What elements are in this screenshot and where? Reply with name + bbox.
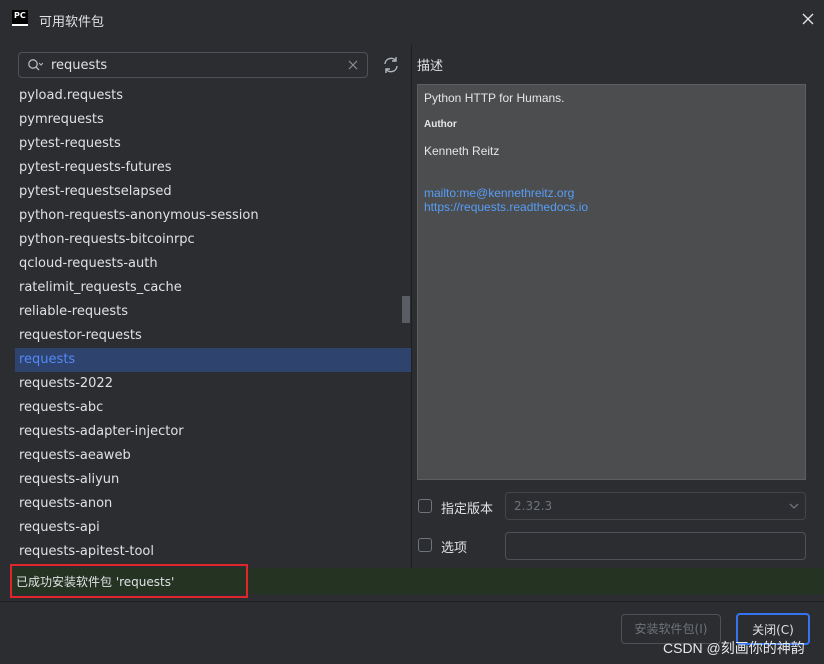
package-item[interactable]: requestor-requests xyxy=(15,324,411,348)
search-icon xyxy=(28,59,43,71)
version-select[interactable]: 2.32.3 xyxy=(505,492,806,520)
specify-version-label: 指定版本 xyxy=(441,502,494,517)
chevron-down-icon xyxy=(789,503,799,509)
author-heading: Author xyxy=(424,119,457,130)
package-item[interactable]: ratelimit_requests_cache xyxy=(15,276,411,300)
description-panel: Python HTTP for Humans. Author Kenneth R… xyxy=(417,84,806,480)
package-item-selected[interactable]: requests xyxy=(15,348,411,372)
package-item[interactable]: python-requests-anonymous-session xyxy=(15,204,411,228)
specify-version-checkbox[interactable] xyxy=(418,499,432,513)
watermark-text: CSDN @刻画你的神韵 xyxy=(663,640,805,656)
package-item[interactable]: pyload.requests xyxy=(15,84,411,108)
package-item[interactable]: requests-api xyxy=(15,516,411,540)
package-item[interactable]: requests-adapter-injector xyxy=(15,420,411,444)
package-item[interactable]: reliable-requests xyxy=(15,300,411,324)
docs-link[interactable]: https://requests.readthedocs.io xyxy=(424,200,588,214)
refresh-icon[interactable] xyxy=(381,55,401,75)
package-item[interactable]: requests-2022 xyxy=(15,372,411,396)
description-label: 描述 xyxy=(417,59,444,74)
package-item[interactable]: python-requests-bitcoinrpc xyxy=(15,228,411,252)
package-item[interactable]: requests-apitest-tool xyxy=(15,540,411,564)
dialog-title: 可用软件包 xyxy=(39,15,105,30)
package-item[interactable]: pytest-requests-futures xyxy=(15,156,411,180)
package-item[interactable]: pymrequests xyxy=(15,108,411,132)
package-item[interactable]: requests-aliyun xyxy=(15,468,411,492)
panel-divider[interactable] xyxy=(411,44,412,568)
search-field[interactable] xyxy=(18,52,368,78)
options-label: 选项 xyxy=(441,541,468,556)
clear-search-icon[interactable] xyxy=(347,59,359,71)
package-list[interactable]: pyload.requests pymrequests pytest-request… xyxy=(15,84,411,564)
close-icon[interactable] xyxy=(799,10,817,28)
pycharm-logo-icon: PC xyxy=(12,10,28,26)
version-value: 2.32.3 xyxy=(514,499,553,513)
author-name: Kenneth Reitz xyxy=(424,144,500,158)
status-highlight-box xyxy=(10,564,248,598)
package-item[interactable]: requests-aeaweb xyxy=(15,444,411,468)
package-item[interactable]: qcloud-requests-auth xyxy=(15,252,411,276)
options-input[interactable] xyxy=(505,532,806,560)
package-item[interactable]: pytest-requests xyxy=(15,132,411,156)
email-link[interactable]: mailto:me@kennethreitz.org xyxy=(424,186,574,200)
footer-divider xyxy=(0,601,824,602)
search-input[interactable] xyxy=(51,56,331,74)
package-summary: Python HTTP for Humans. xyxy=(424,91,565,105)
options-checkbox[interactable] xyxy=(418,538,432,552)
package-item[interactable]: requests-anon xyxy=(15,492,411,516)
title-bar: PC 可用软件包 xyxy=(0,0,824,40)
package-item[interactable]: pytest-requestselapsed xyxy=(15,180,411,204)
list-scrollbar-thumb[interactable] xyxy=(402,296,410,323)
package-item[interactable]: requests-abc xyxy=(15,396,411,420)
